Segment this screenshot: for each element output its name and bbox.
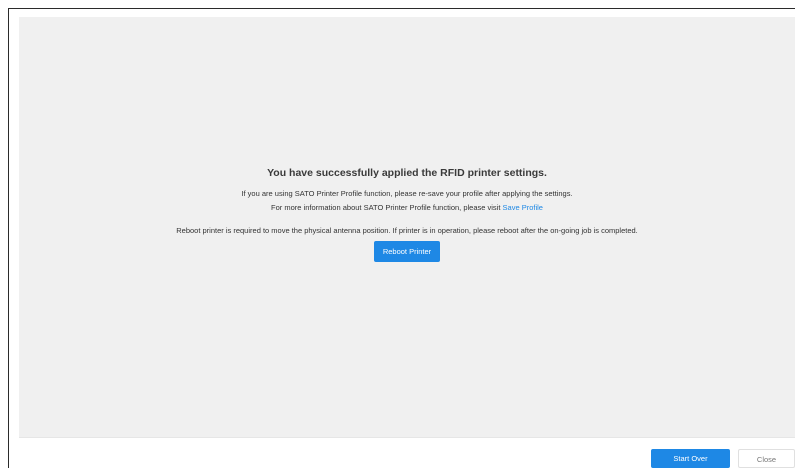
message-area: You have successfully applied the RFID p… [19,167,795,262]
save-profile-link[interactable]: Save Profile [503,203,543,212]
settings-applied-window: You have successfully applied the RFID p… [0,0,795,468]
profile-info-line: If you are using SATO Printer Profile fu… [241,189,573,198]
reboot-note: Reboot printer is required to move the p… [176,226,638,235]
profile-link-prefix: For more information about SATO Printer … [271,203,501,212]
success-title: You have successfully applied the RFID p… [267,167,547,179]
close-button[interactable]: Close [738,449,795,468]
window-left-border [8,8,9,468]
start-over-button[interactable]: Start Over [651,449,730,468]
footer-divider [19,437,795,438]
profile-link-line: For more information about SATO Printer … [19,203,795,212]
reboot-printer-button[interactable]: Reboot Printer [374,241,440,262]
content-panel: You have successfully applied the RFID p… [19,17,795,437]
window-top-border [8,8,795,9]
